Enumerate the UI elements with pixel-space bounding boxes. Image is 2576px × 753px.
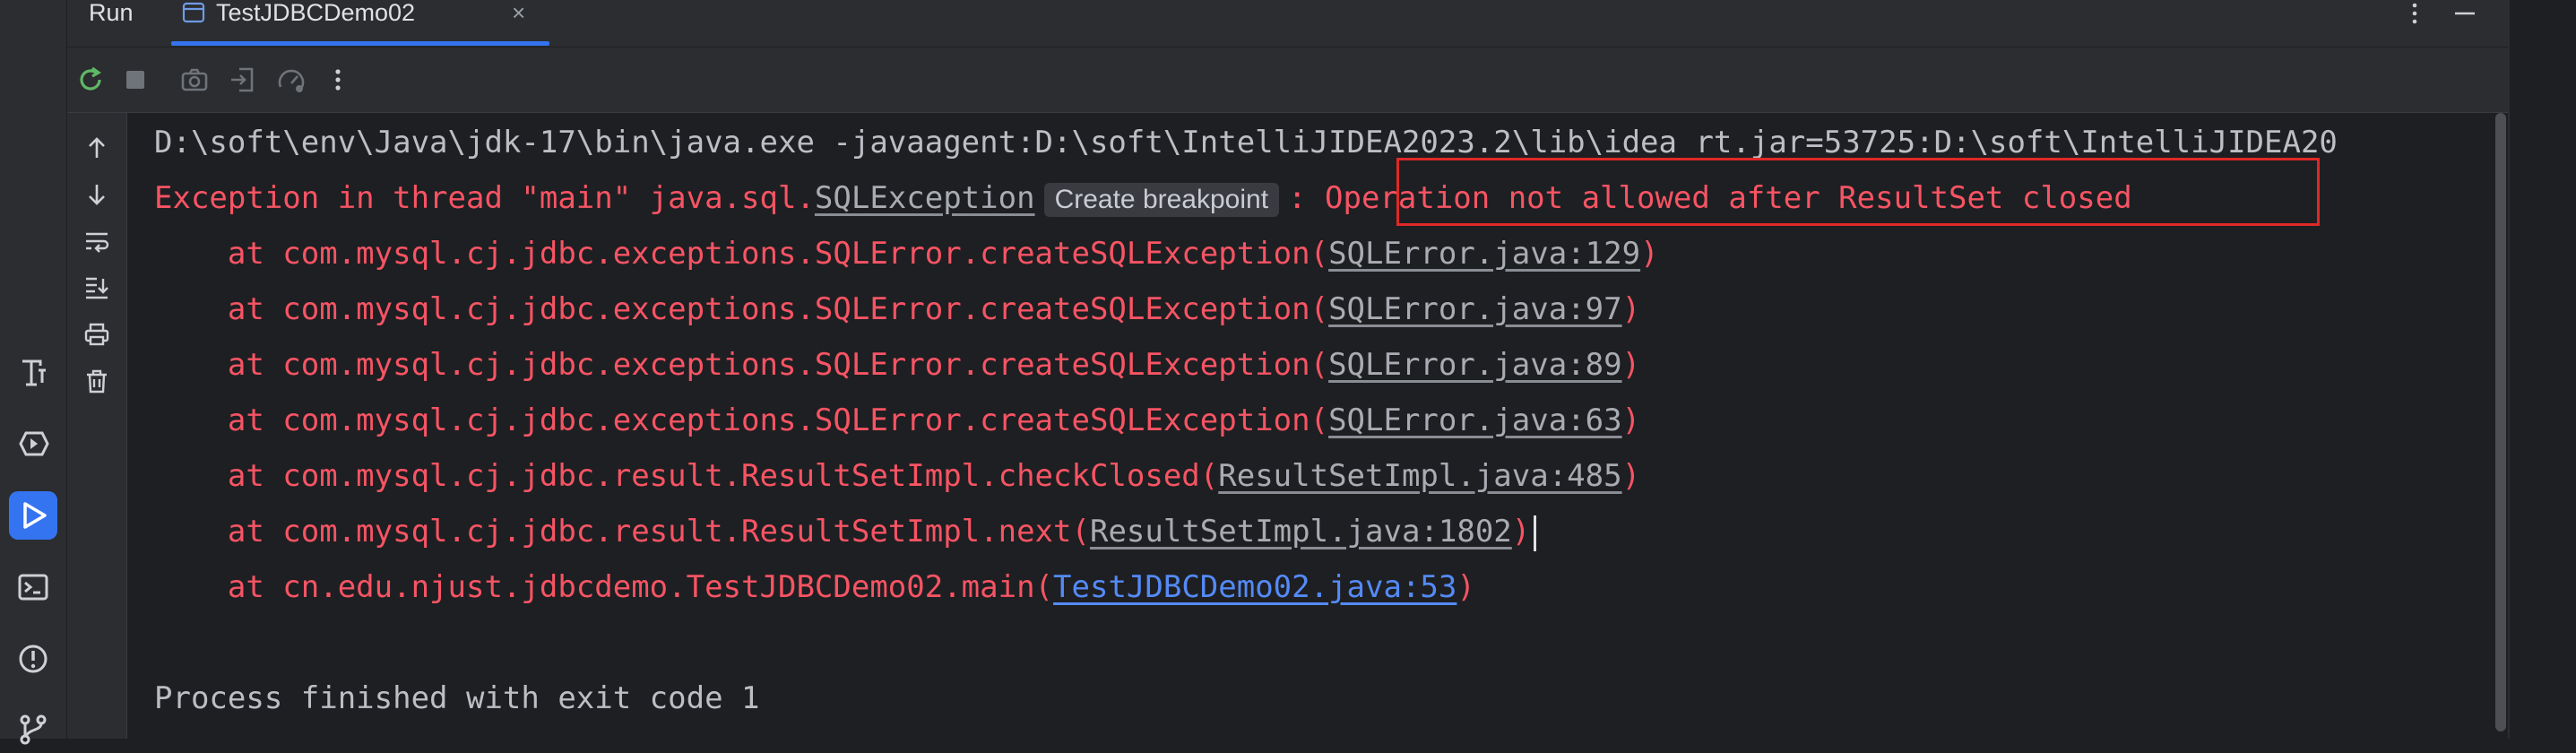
stack-frame-link[interactable]: ResultSetImpl.java:485 <box>1218 458 1621 494</box>
more-actions-button[interactable] <box>320 62 356 98</box>
soft-wrap-button[interactable] <box>80 224 114 258</box>
clear-all-button[interactable] <box>80 364 114 398</box>
rerun-icon <box>80 66 101 91</box>
right-tool-strip <box>2508 0 2576 739</box>
tab-label: TestJDBCDemo02 <box>216 0 416 26</box>
stack-frame-paren: ) <box>1511 514 1531 550</box>
snapshot-button[interactable] <box>177 62 212 98</box>
arrow-down-icon <box>89 185 105 205</box>
run-tab-bar: Run TestJDBCDemo02 × <box>67 0 2508 48</box>
git-icon[interactable] <box>9 705 57 753</box>
exit-message: Process finished with exit code 1 <box>154 680 760 716</box>
stack-frame-method: at com.mysql.cj.jdbc.result.ResultSetImp… <box>154 458 1219 494</box>
console-scrollbar[interactable] <box>2492 113 2508 731</box>
close-icon[interactable]: × <box>512 0 525 25</box>
create-breakpoint-hint[interactable]: Create breakpoint <box>1043 182 1280 217</box>
exception-prefix: Exception in thread "main" java.sql. <box>154 180 815 216</box>
stack-frame-paren: ) <box>1621 402 1641 438</box>
stack-frame: at com.mysql.cj.jdbc.exceptions.SQLError… <box>154 289 1640 330</box>
exception-class-link[interactable]: SQLException <box>815 180 1035 216</box>
scrollbar-thumb[interactable] <box>2495 113 2506 731</box>
stack-frame-paren: ) <box>1621 458 1641 494</box>
profiler-button[interactable] <box>273 62 309 98</box>
stack-frame-link[interactable]: SQLError.java:89 <box>1328 347 1622 383</box>
print-icon <box>84 323 109 346</box>
problems-icon[interactable] <box>9 635 57 683</box>
print-button[interactable] <box>80 317 114 351</box>
window-actions <box>2402 0 2477 27</box>
stack-frame-method: at cn.edu.njust.jdbcdemo.TestJDBCDemo02.… <box>154 569 1054 605</box>
camera-icon <box>181 68 208 91</box>
stop-icon <box>126 71 144 89</box>
arrow-up-icon <box>89 137 105 158</box>
stack-frame: at com.mysql.cj.jdbc.exceptions.SQLError… <box>154 400 1640 441</box>
stack-frame-paren: ) <box>1457 569 1475 605</box>
exit-button[interactable] <box>225 62 261 98</box>
services-icon[interactable] <box>9 420 57 468</box>
next-occurrence-button[interactable] <box>80 177 114 212</box>
highlight-box <box>1396 158 2320 226</box>
speedometer-icon <box>278 69 305 92</box>
stack-frame-paren: ) <box>1621 347 1641 383</box>
scroll-to-end-button[interactable] <box>80 271 114 305</box>
stack-frame: at com.mysql.cj.jdbc.exceptions.SQLError… <box>154 344 1640 385</box>
stack-frame-link[interactable]: SQLError.java:63 <box>1328 402 1622 438</box>
previous-occurrence-button[interactable] <box>80 131 114 165</box>
run-icon[interactable] <box>9 491 57 540</box>
soft-wrap-icon <box>86 232 109 253</box>
more-vertical-icon[interactable] <box>2402 1 2427 26</box>
activity-bar <box>0 0 67 745</box>
exit-icon <box>231 67 254 92</box>
stack-frame-link[interactable]: ResultSetImpl.java:1802 <box>1090 514 1512 550</box>
scroll-to-end-icon <box>86 277 108 299</box>
run-window-title: Run <box>89 0 134 26</box>
terminal-icon[interactable] <box>9 563 57 611</box>
console-side-toolbar <box>67 113 127 739</box>
font-icon[interactable] <box>9 348 57 396</box>
run-toolbar <box>67 48 2508 113</box>
minimize-icon[interactable] <box>2452 1 2477 26</box>
stack-frame-paren: ) <box>1621 291 1641 327</box>
stack-frame-paren: ) <box>1640 236 1659 272</box>
stack-frame-method: at com.mysql.cj.jdbc.exceptions.SQLError… <box>154 291 1329 327</box>
tab-testjdbcdemo02[interactable]: TestJDBCDemo02 × <box>171 0 549 47</box>
stack-frame-link[interactable]: SQLError.java:97 <box>1328 291 1622 327</box>
trash-icon <box>87 369 107 394</box>
stack-frame: at cn.edu.njust.jdbcdemo.TestJDBCDemo02.… <box>154 567 1475 608</box>
text-cursor <box>1534 515 1537 551</box>
stack-frame-method: at com.mysql.cj.jdbc.exceptions.SQLError… <box>154 402 1329 438</box>
stack-frame-link[interactable]: TestJDBCDemo02.java:53 <box>1053 569 1457 605</box>
stack-frame-method: at com.mysql.cj.jdbc.exceptions.SQLError… <box>154 347 1329 383</box>
stack-frame: at com.mysql.cj.jdbc.result.ResultSetImp… <box>154 455 1640 497</box>
stack-frame-method: at com.mysql.cj.jdbc.exceptions.SQLError… <box>154 236 1329 272</box>
stack-frame-link[interactable]: SQLError.java:129 <box>1328 236 1640 272</box>
tab-active-indicator <box>171 41 549 46</box>
more-vertical-icon <box>335 69 341 91</box>
exception-colon: : <box>1288 180 1307 216</box>
stack-frame-method: at com.mysql.cj.jdbc.result.ResultSetImp… <box>154 514 1090 550</box>
application-icon <box>182 2 205 23</box>
rerun-button[interactable] <box>73 62 108 98</box>
stop-button[interactable] <box>117 62 153 98</box>
stack-frame: at com.mysql.cj.jdbc.result.ResultSetImp… <box>154 511 1537 552</box>
run-tool-window: Run TestJDBCDemo02 × D:\soft\env\Java\jd… <box>67 0 2508 739</box>
stack-frame: at com.mysql.cj.jdbc.exceptions.SQLError… <box>154 233 1659 274</box>
